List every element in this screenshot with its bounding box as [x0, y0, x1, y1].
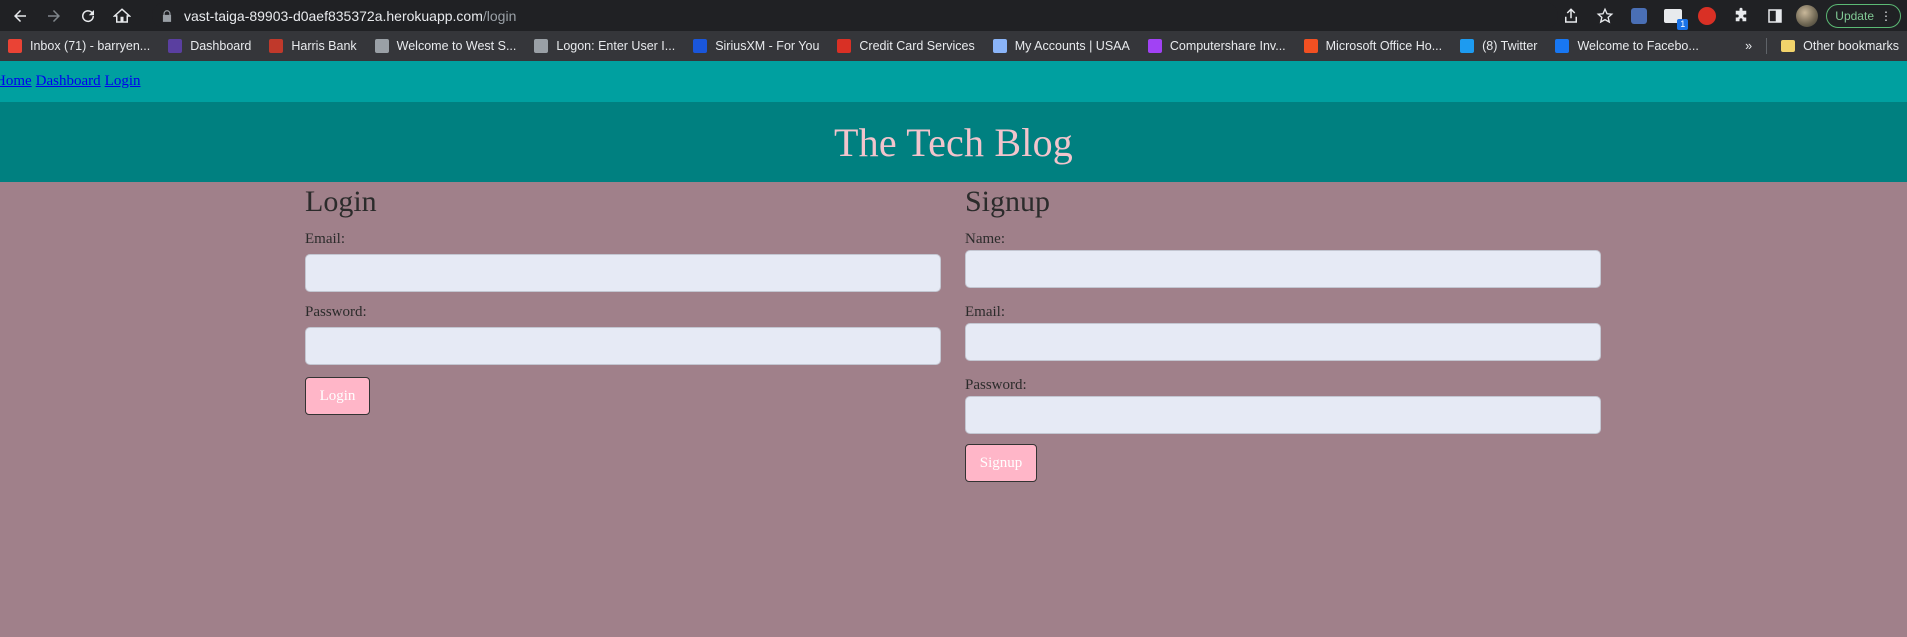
url-host: vast-taiga-89903-d0aef835372a.herokuapp.… [184, 7, 483, 24]
bookmark-item[interactable]: Welcome to West S... [374, 39, 517, 53]
adblock-extension-button[interactable] [1694, 3, 1720, 29]
computershare-icon [1147, 39, 1162, 53]
bookmark-label: Logon: Enter User I... [556, 39, 676, 53]
bookmark-item[interactable]: Dashboard [168, 39, 251, 53]
bookmark-item[interactable]: Welcome to Facebo... [1555, 39, 1699, 53]
bookmark-item[interactable]: Logon: Enter User I... [534, 39, 675, 53]
bookmark-label: Inbox (71) - barryen... [30, 39, 151, 53]
signup-form: Signup Name: Email: Password: Signup [965, 182, 1601, 482]
share-button[interactable] [1558, 3, 1584, 29]
download-extension-icon [1631, 7, 1648, 24]
bookmark-label: (8) Twitter [1482, 39, 1538, 53]
bookmark-item[interactable]: Harris Bank [269, 39, 357, 53]
site-header: The Tech Blog [0, 102, 1907, 182]
login-email-input[interactable] [305, 254, 941, 292]
arrow-left-icon [14, 9, 26, 22]
more-bookmarks-button[interactable]: » [1745, 39, 1752, 53]
signup-name-input[interactable] [965, 250, 1601, 288]
puzzle-icon [1736, 7, 1747, 21]
home-button[interactable] [108, 2, 136, 30]
download-extension-button[interactable] [1626, 3, 1652, 29]
nav-home-link[interactable]: Home [0, 73, 32, 90]
arrow-right-icon [48, 9, 60, 22]
facebook-icon [1555, 39, 1570, 53]
extensions-button[interactable] [1728, 3, 1754, 29]
side-panel-icon [1768, 8, 1783, 23]
bookmark-label: Microsoft Office Ho... [1325, 39, 1443, 53]
forward-button[interactable] [40, 2, 68, 30]
bookmark-item[interactable]: Credit Card Services [837, 39, 975, 53]
signup-heading: Signup [965, 185, 1051, 218]
login-password-label: Password: [305, 304, 367, 320]
bookmark-label: Welcome to West S... [396, 39, 517, 53]
bookmark-label: SiriusXM - For You [715, 39, 820, 53]
update-button[interactable]: Update ⋮ [1826, 3, 1901, 28]
bookmark-label: Computershare Inv... [1169, 39, 1286, 53]
bookmark-item[interactable]: (8) Twitter [1460, 39, 1537, 53]
bookmark-label: Welcome to Facebo... [1577, 39, 1699, 53]
login-button[interactable]: Login [305, 377, 370, 415]
home-icon [113, 7, 131, 23]
more-vert-icon: ⋮ [1880, 8, 1892, 23]
other-bookmarks-label: Other bookmarks [1803, 39, 1899, 53]
bookmark-item[interactable]: My Accounts | USAA [992, 39, 1130, 53]
signup-password-input[interactable] [965, 396, 1601, 434]
signup-email-label: Email: [965, 304, 1005, 320]
adblock-icon [1698, 6, 1717, 25]
globe-icon [374, 39, 389, 53]
bookmark-item[interactable]: SiriusXM - For You [693, 39, 819, 53]
globe-icon [534, 39, 549, 53]
bookmark-label: My Accounts | USAA [1014, 39, 1130, 53]
credit-card-icon [837, 39, 852, 53]
share-icon [1565, 7, 1578, 23]
update-label: Update [1835, 8, 1874, 23]
nav-login-link[interactable]: Login [105, 73, 141, 90]
gmail-icon [8, 39, 22, 53]
microsoft-icon [1303, 39, 1318, 53]
nav-dashboard-link[interactable]: Dashboard [36, 73, 101, 90]
bookmark-label: Harris Bank [291, 39, 357, 53]
signup-password-label: Password: [965, 377, 1027, 393]
folder-icon [1781, 40, 1796, 52]
bookmarks-bar: Inbox (71) - barryen... Dashboard Harris B… [0, 31, 1907, 61]
site-title: The Tech Blog [833, 119, 1073, 165]
signup-name-label: Name: [965, 231, 1005, 247]
siriusxm-icon [693, 39, 708, 53]
bookmark-label: Dashboard [190, 39, 252, 53]
signup-button[interactable]: Signup [965, 444, 1037, 482]
star-icon [1596, 7, 1614, 23]
profile-avatar[interactable] [1796, 4, 1819, 27]
reload-icon [82, 9, 95, 22]
reload-button[interactable] [74, 2, 102, 30]
signup-email-input[interactable] [965, 323, 1601, 361]
lock-icon [162, 9, 172, 22]
browser-toolbar: vast-taiga-89903-d0aef835372a.herokuapp.… [0, 0, 1907, 31]
twitter-icon [1460, 39, 1475, 53]
back-button[interactable] [6, 2, 34, 30]
site-nav: Home Dashboard Login [0, 61, 1907, 102]
main-content: Login Email: Password: Login Signup Name… [0, 182, 1907, 632]
flag-extension-button[interactable] [1660, 3, 1689, 30]
login-heading: Login [305, 185, 377, 218]
harris-bank-icon [269, 39, 284, 53]
usaa-icon [992, 39, 1007, 53]
side-panel-button[interactable] [1762, 3, 1788, 29]
flag-extension-icon [1664, 8, 1689, 30]
other-bookmarks-folder[interactable]: Other bookmarks [1781, 39, 1899, 53]
login-form: Login Email: Password: Login [305, 182, 941, 415]
address-bar[interactable]: vast-taiga-89903-d0aef835372a.herokuapp.… [152, 2, 1559, 29]
bookmark-label: Credit Card Services [859, 39, 975, 53]
bookmark-star-button[interactable] [1592, 3, 1618, 29]
dashboard-n-icon [168, 39, 183, 53]
url-path: /login [482, 7, 517, 24]
bookmark-item[interactable]: Computershare Inv... [1147, 39, 1286, 53]
bookmarks-divider [1766, 38, 1768, 54]
bookmark-item[interactable]: Microsoft Office Ho... [1303, 39, 1443, 53]
login-password-input[interactable] [305, 327, 941, 365]
login-email-label: Email: [305, 231, 345, 247]
bookmark-item[interactable]: Inbox (71) - barryen... [8, 39, 150, 53]
